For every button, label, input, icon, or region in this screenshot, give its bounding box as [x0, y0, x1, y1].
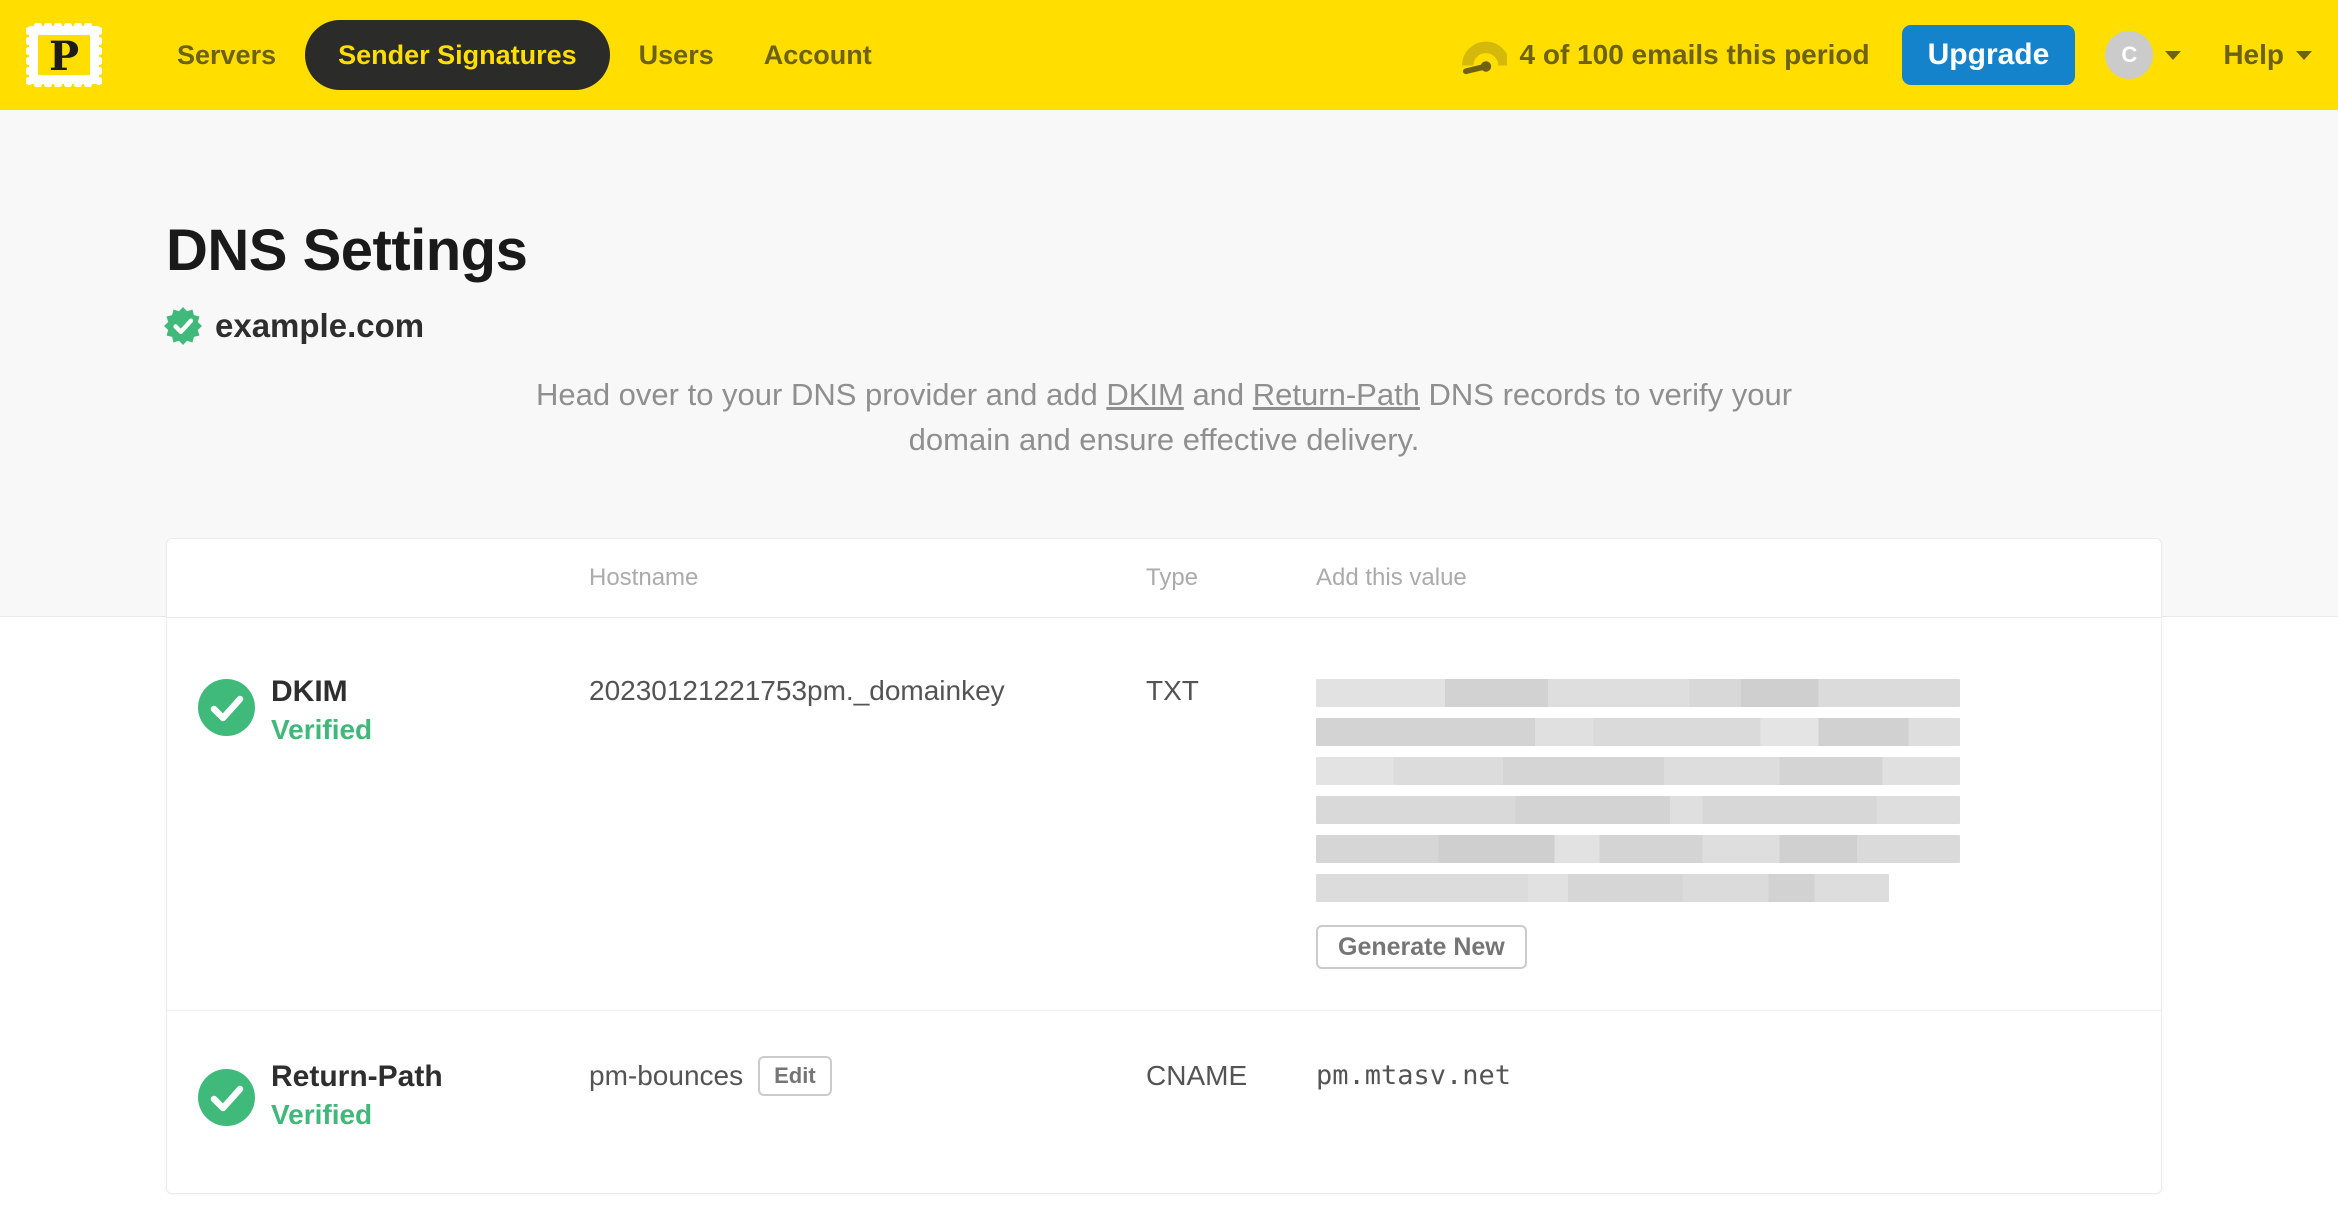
return-path-hostname-cell: pm-bounces Edit	[589, 1056, 1146, 1193]
nav-item-account[interactable]: Account	[743, 20, 893, 90]
return-path-type: CNAME	[1146, 1060, 1248, 1091]
redacted-value-line	[1316, 679, 1960, 707]
avatar: C	[2105, 31, 2154, 79]
domain-row: example.com	[164, 307, 2338, 345]
dkim-link[interactable]: DKIM	[1106, 377, 1184, 412]
table-row-dkim: DKIM Verified 20230121221753pm._domainke…	[167, 618, 2161, 1011]
header-hostname: Hostname	[589, 564, 699, 591]
usage-meter[interactable]: 4 of 100 emails this period	[1461, 34, 1870, 76]
verified-seal-icon	[164, 307, 202, 345]
account-menu[interactable]: C	[2105, 31, 2182, 79]
return-path-value: pm.mtasv.net	[1316, 1060, 1512, 1091]
record-name: DKIM	[271, 675, 348, 708]
dkim-value-cell: Generate New	[1316, 675, 2161, 1010]
check-circle-icon	[198, 679, 255, 736]
edit-button[interactable]: Edit	[758, 1056, 832, 1096]
page-title: DNS Settings	[166, 218, 528, 283]
intro-part2: and	[1183, 377, 1253, 412]
header-add-this-value: Add this value	[1316, 564, 1467, 591]
nav-item-sender-signatures[interactable]: Sender Signatures	[305, 20, 610, 90]
redacted-value-line	[1316, 835, 1960, 863]
usage-text: 4 of 100 emails this period	[1519, 39, 1870, 70]
header-type: Type	[1146, 564, 1199, 591]
dkim-hostname: 20230121221753pm._domainkey	[589, 675, 1005, 706]
record-name: Return-Path	[271, 1060, 443, 1093]
domain-name: example.com	[215, 307, 425, 344]
table-row-return-path: Return-Path Verified pm-bounces Edit CNA…	[167, 1011, 2161, 1193]
return-path-status-cell: Return-Path Verified	[167, 1060, 589, 1193]
redacted-value-line	[1316, 757, 1960, 785]
usage-gauge-icon	[1461, 41, 1507, 75]
upgrade-button[interactable]: Upgrade	[1901, 25, 2076, 85]
help-label: Help	[2223, 39, 2284, 70]
help-menu[interactable]: Help	[2223, 39, 2312, 71]
status-badge: Verified	[271, 714, 373, 745]
nav-item-servers[interactable]: Servers	[156, 20, 297, 90]
table-header-row: Hostname Type Add this value	[167, 539, 2161, 618]
redacted-dns-value	[1316, 679, 2161, 902]
chevron-down-icon	[2296, 50, 2312, 60]
redacted-value-line	[1316, 796, 1960, 824]
primary-nav: Servers Sender Signatures Users Account	[156, 20, 893, 90]
redacted-value-line	[1316, 874, 1889, 902]
intro-part1: Head over to your DNS provider and add	[535, 377, 1107, 412]
status-badge: Verified	[271, 1099, 373, 1130]
generate-new-button[interactable]: Generate New	[1316, 925, 1527, 969]
dns-records-card: Hostname Type Add this value DKIM Verifi…	[166, 538, 2162, 1194]
redacted-value-line	[1316, 718, 1960, 746]
dkim-type: TXT	[1146, 675, 1199, 706]
dkim-name-block: DKIM Verified	[271, 675, 372, 746]
return-path-link[interactable]: Return-Path	[1253, 377, 1420, 412]
check-circle-icon	[198, 1069, 255, 1126]
return-path-hostname: pm-bounces	[589, 1060, 744, 1091]
top-navbar: P Servers Sender Signatures Users Accoun…	[0, 0, 2338, 110]
dkim-status-cell: DKIM Verified	[167, 675, 589, 1010]
chevron-down-icon	[2165, 50, 2182, 60]
nav-item-users[interactable]: Users	[618, 20, 735, 90]
intro-text: Head over to your DNS provider and add D…	[514, 372, 1814, 462]
main-content: DNS Settings example.com Head over to yo…	[0, 222, 2338, 1194]
postmark-stamp-logo-icon[interactable]: P	[26, 23, 102, 87]
svg-text:P: P	[49, 33, 79, 80]
return-path-name-block: Return-Path Verified	[271, 1060, 443, 1131]
